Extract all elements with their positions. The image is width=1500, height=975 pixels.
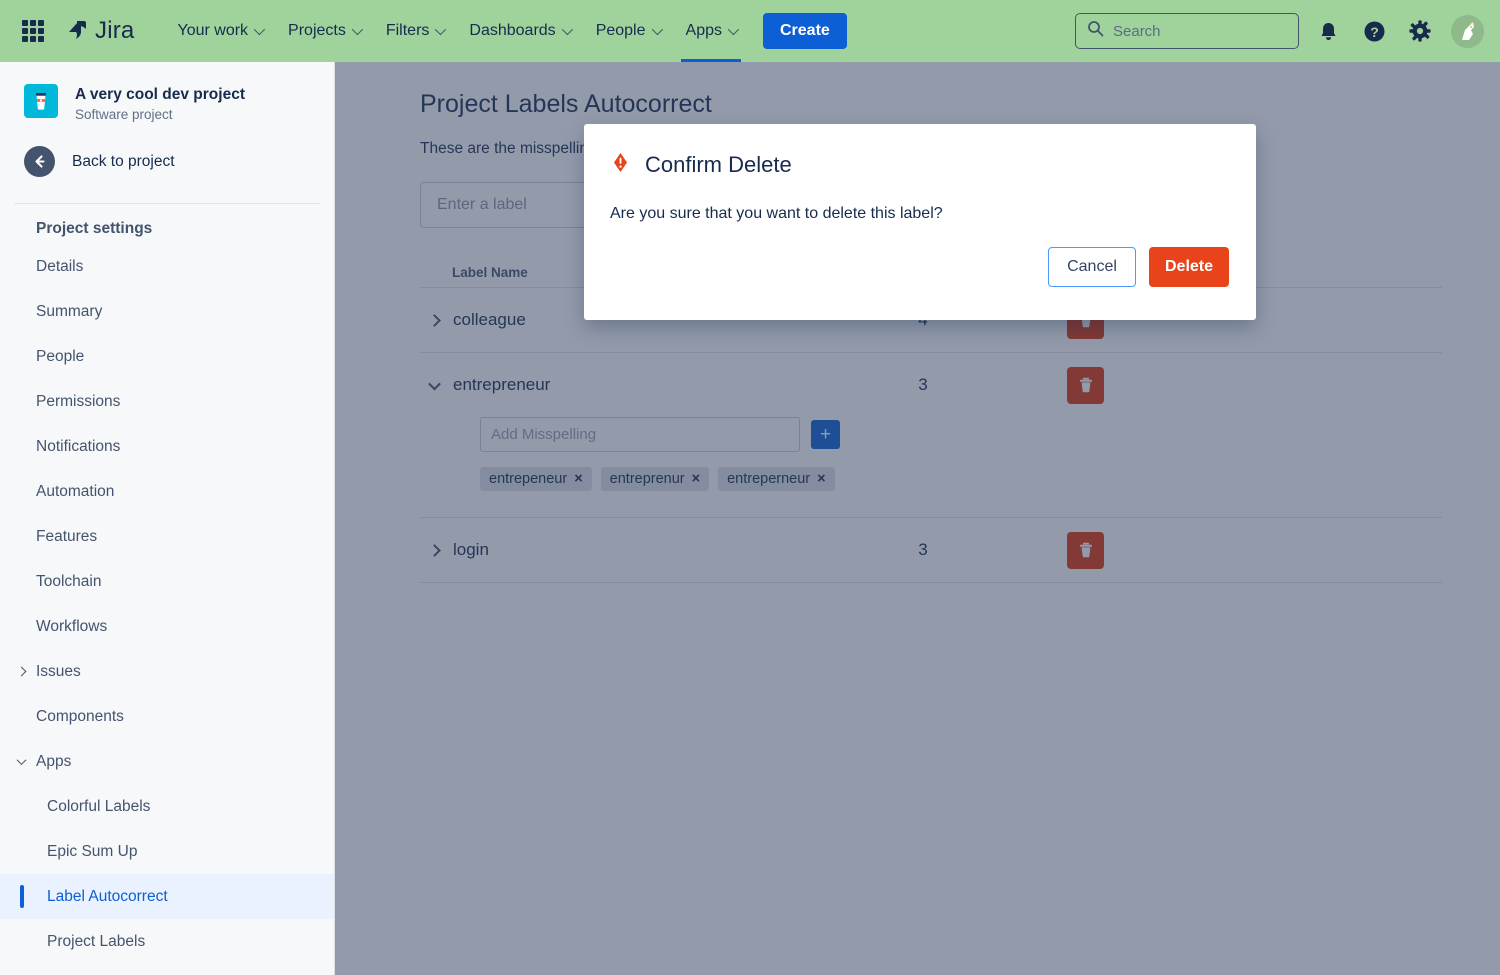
nav-right-cluster: ? xyxy=(1075,13,1500,49)
nav-item-label: Your work xyxy=(177,22,249,39)
sidebar-item-label: Label Autocorrect xyxy=(47,887,168,905)
sidebar-item-automation[interactable]: Automation xyxy=(0,469,334,514)
cancel-button[interactable]: Cancel xyxy=(1048,247,1136,287)
sidebar-item-label: Epic Sum Up xyxy=(47,842,138,860)
sidebar-item-label: Permissions xyxy=(36,392,121,410)
sidebar-item-apps[interactable]: Apps xyxy=(0,739,334,784)
nav-item-filters[interactable]: Filters xyxy=(373,0,457,62)
sidebar-item-label: Issues xyxy=(36,662,81,680)
sidebar-item-label: Features xyxy=(36,527,98,545)
sidebar-item-label: Components xyxy=(36,707,124,725)
notifications-bell-icon[interactable] xyxy=(1311,14,1345,48)
sidebar-item-label: Automation xyxy=(36,482,115,500)
chevron-down-icon xyxy=(651,23,663,36)
search-icon xyxy=(1087,20,1104,42)
sidebar-item-project-labels[interactable]: Project Labels xyxy=(0,919,334,964)
chevron-down-icon xyxy=(253,23,266,36)
sidebar-item-label: Toolchain xyxy=(36,572,102,590)
nav-item-your-work[interactable]: Your work xyxy=(164,0,275,62)
sidebar-item-permissions[interactable]: Permissions xyxy=(0,379,334,424)
nav-item-dashboards[interactable]: Dashboards xyxy=(456,0,582,62)
project-header[interactable]: A very cool dev project Software project xyxy=(0,62,334,122)
sidebar-item-label: People xyxy=(36,347,85,365)
nav-item-label: Projects xyxy=(288,22,346,39)
nav-item-projects[interactable]: Projects xyxy=(275,0,373,62)
sidebar-item-label: Project Labels xyxy=(47,932,146,950)
help-question-icon[interactable]: ? xyxy=(1357,14,1391,48)
sidebar-item-label: Details xyxy=(36,257,84,275)
nav-item-label: Filters xyxy=(385,22,430,39)
chevron-down-icon xyxy=(727,23,740,36)
primary-nav: Your work Projects Filters Dashboards Pe… xyxy=(164,0,847,62)
svg-text:?: ? xyxy=(1370,24,1379,40)
nav-item-label: Apps xyxy=(685,22,722,39)
sidebar-item-workflows[interactable]: Workflows xyxy=(0,604,334,649)
chevron-down-icon xyxy=(16,755,27,766)
dialog-title: Confirm Delete xyxy=(645,152,792,177)
sidebar-item-details[interactable]: Details xyxy=(0,244,334,289)
jira-logo-icon xyxy=(64,18,90,44)
warning-diamond-icon xyxy=(610,152,631,178)
user-avatar[interactable] xyxy=(1451,14,1484,48)
sidebar-item-features[interactable]: Features xyxy=(0,514,334,559)
sidebar-item-label: Summary xyxy=(36,302,103,320)
brand-name: Jira xyxy=(95,17,135,44)
sidebar-item-epic-sum-up[interactable]: Epic Sum Up xyxy=(0,829,334,874)
sidebar-heading: Project settings xyxy=(36,220,153,237)
sidebar-item-label-autocorrect[interactable]: Label Autocorrect xyxy=(0,874,334,919)
create-button[interactable]: Create xyxy=(762,13,847,49)
sidebar-item-issues[interactable]: Issues xyxy=(0,649,334,694)
search-box[interactable] xyxy=(1075,13,1299,49)
sidebar-item-label: Notifications xyxy=(36,437,121,455)
sidebar-item-colorful-labels[interactable]: Colorful Labels xyxy=(0,784,334,829)
dialog-message: Are you sure that you want to delete thi… xyxy=(610,205,943,222)
chevron-down-icon xyxy=(561,23,573,36)
confirm-delete-button[interactable]: Delete xyxy=(1149,247,1229,287)
sidebar-item-summary[interactable]: Summary xyxy=(0,289,334,334)
sidebar-item-label: Workflows xyxy=(36,617,108,635)
project-name: A very cool dev project xyxy=(75,86,245,103)
search-input[interactable] xyxy=(1113,22,1273,40)
sidebar-item-label: Apps xyxy=(36,752,72,770)
back-to-project-link[interactable]: Back to project xyxy=(0,122,334,177)
sidebar-item-notifications[interactable]: Notifications xyxy=(0,424,334,469)
top-navigation-bar: Jira Your work Projects Filters Dashboar… xyxy=(0,0,1500,62)
sidebar-item-people[interactable]: People xyxy=(0,334,334,379)
sidebar-item-label: Colorful Labels xyxy=(47,797,151,815)
chevron-down-icon xyxy=(435,23,447,36)
nav-item-apps[interactable]: Apps xyxy=(673,0,749,62)
chevron-right-icon xyxy=(16,666,27,677)
apps-grid-icon[interactable] xyxy=(20,18,46,44)
nav-item-people[interactable]: People xyxy=(583,0,673,62)
project-type: Software project xyxy=(75,107,173,122)
confirm-delete-dialog: Confirm Delete Are you sure that you wan… xyxy=(584,124,1256,320)
sidebar-menu: Details Summary People Permissions Notif… xyxy=(0,244,334,964)
sidebar-item-toolchain[interactable]: Toolchain xyxy=(0,559,334,604)
chevron-down-icon xyxy=(351,23,363,36)
dialog-actions: Cancel Delete xyxy=(584,223,1256,287)
nav-item-label: People xyxy=(595,22,646,39)
coffee-cup-icon xyxy=(24,84,58,118)
sidebar-item-components[interactable]: Components xyxy=(0,694,334,739)
settings-gear-icon[interactable] xyxy=(1403,14,1437,48)
dialog-header: Confirm Delete xyxy=(584,124,1256,178)
nav-item-label: Dashboards xyxy=(469,22,556,39)
arrow-left-circle-icon xyxy=(24,146,55,177)
back-to-project-label: Back to project xyxy=(72,152,175,170)
jira-home-link[interactable]: Jira xyxy=(64,17,134,45)
project-settings-sidebar: A very cool dev project Software project… xyxy=(0,62,335,975)
